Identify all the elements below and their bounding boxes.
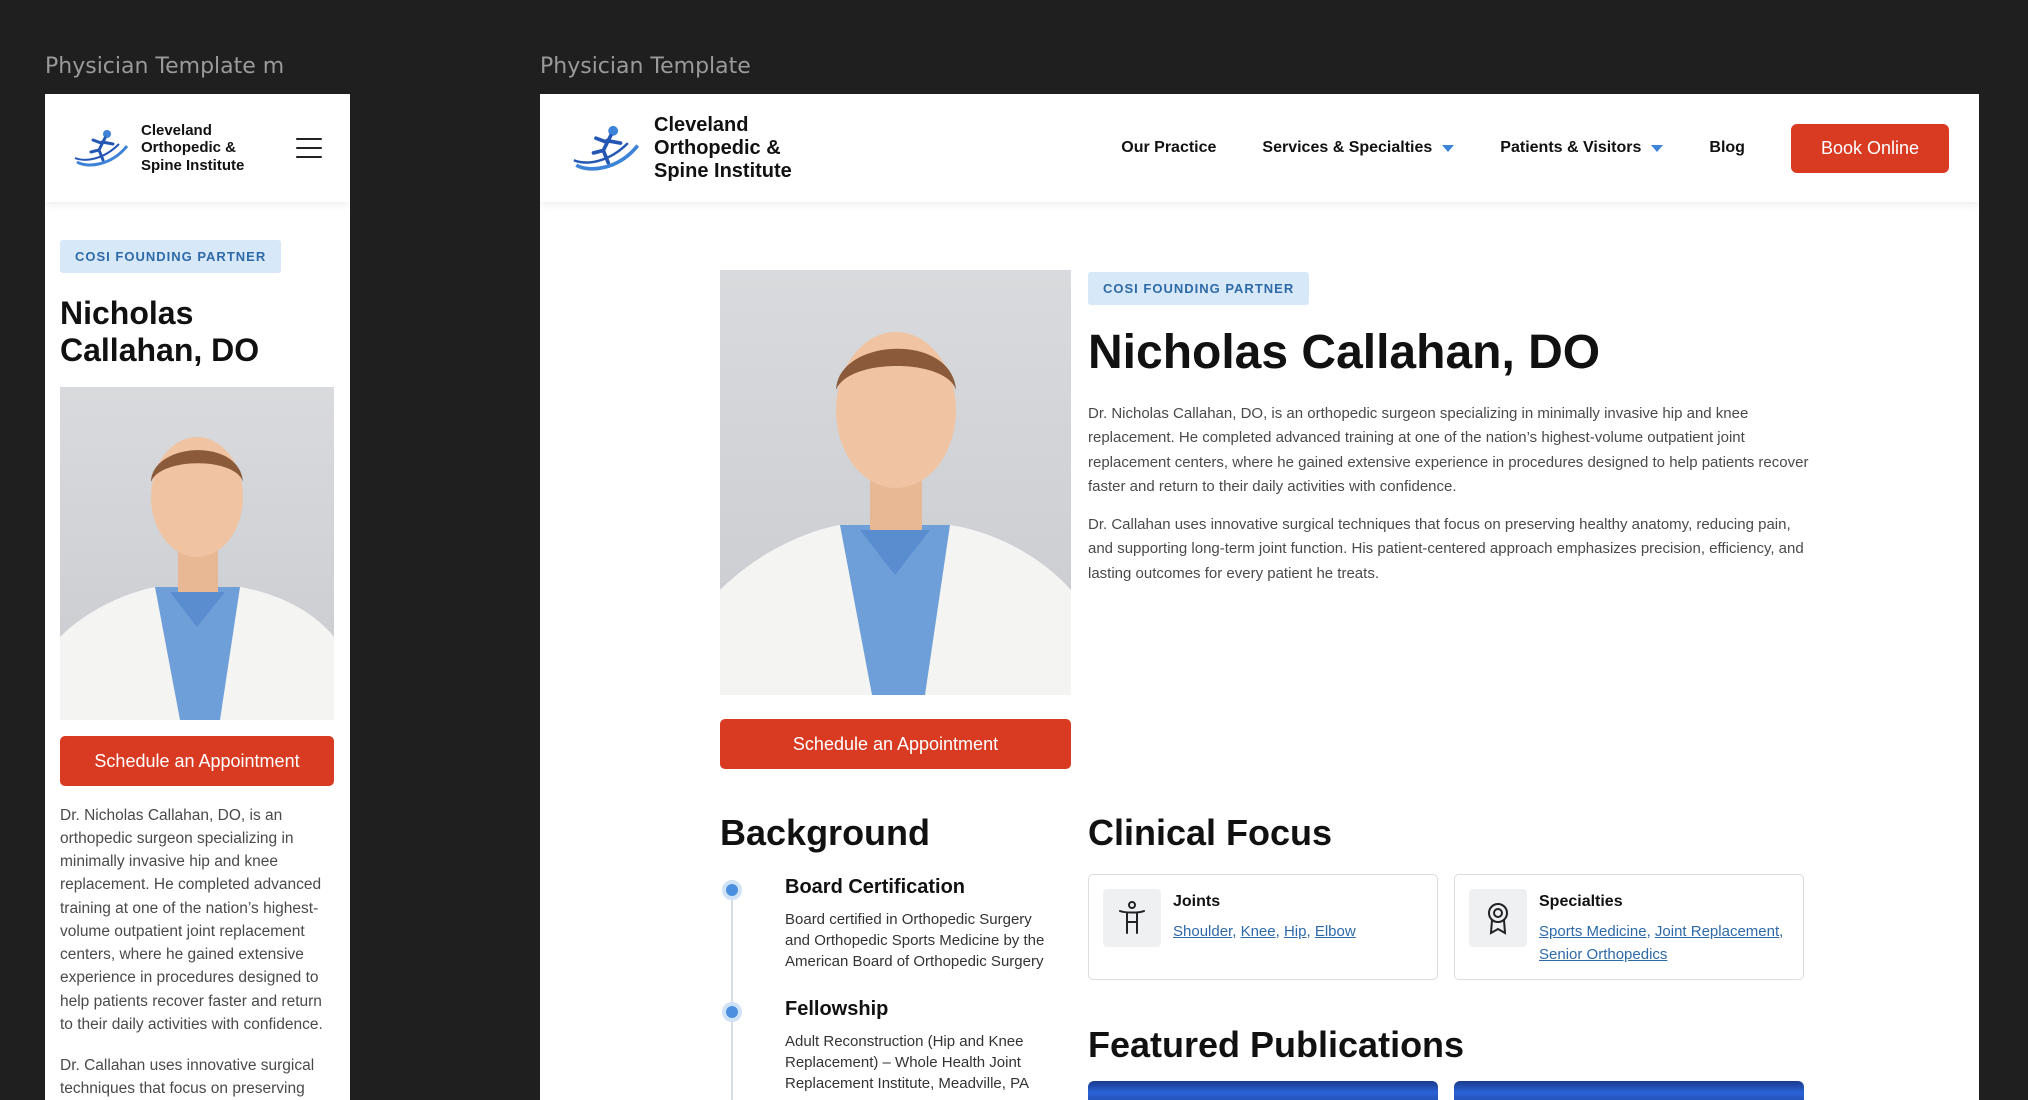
award-icon [1469,889,1527,947]
physician-intro: COSI FOUNDING PARTNER Nicholas Callahan,… [1088,272,1818,600]
timeline-dot [722,1002,742,1022]
chevron-down-icon [1442,144,1455,152]
specialties-card-title: Specialties [1539,893,1623,910]
logo-text: Cleveland Orthopedic & Spine Institute [654,113,792,182]
nav-blog[interactable]: Blog [1709,139,1745,157]
desktop-frame: Cleveland Orthopedic & Spine Institute O… [540,94,1979,1100]
main-nav: Our Practice Services & Specialties Pati… [1121,123,1949,173]
timeline-item-text: Adult Reconstruction (Hip and Knee Repla… [785,1033,1030,1092]
logo[interactable]: Cleveland Orthopedic & Spine Institute [570,114,792,183]
link-sports-medicine[interactable]: Sports Medicine [1539,923,1647,940]
founding-partner-badge: COSI FOUNDING PARTNER [60,240,282,273]
specialties-links: Sports Medicine, Joint Replacement, Seni… [1539,923,1784,963]
nav-our-practice[interactable]: Our Practice [1121,139,1216,157]
link-knee[interactable]: Knee [1241,923,1276,940]
background-title: Background [720,812,931,853]
founding-partner-badge: COSI FOUNDING PARTNER [1088,272,1310,305]
schedule-appointment-button[interactable]: Schedule an Appointment [720,719,1071,769]
mobile-frame-label: Physician Template m [45,54,285,79]
nav-patients[interactable]: Patients & Visitors [1500,139,1664,157]
clinical-focus-title: Clinical Focus [1088,812,1333,853]
physician-photo [720,270,1071,695]
timeline-item: Fellowship Adult Reconstruction (Hip and… [720,998,1050,1094]
book-online-button[interactable]: Book Online [1790,123,1949,173]
chevron-down-icon [1651,144,1664,152]
specialties-card: Specialties Sports Medicine, Joint Repla… [1454,874,1804,980]
bio-paragraph-2: Dr. Callahan uses innovative surgical te… [1088,516,1804,582]
link-shoulder[interactable]: Shoulder [1173,923,1232,940]
schedule-appointment-button[interactable]: Schedule an Appointment [60,735,334,786]
logo-icon [74,130,129,167]
physician-photo [60,386,334,720]
link-joint-replacement[interactable]: Joint Replacement [1655,923,1779,940]
bio-paragraph-2: Dr. Callahan uses innovative surgical te… [60,1057,315,1098]
desktop-frame-label: Physician Template [540,54,751,79]
publication-card-image[interactable] [1454,1081,1804,1100]
joints-card-title: Joints [1173,893,1221,910]
joints-card: Joints Shoulder, Knee, Hip, Elbow [1088,874,1438,980]
physician-name: Nicholas Callahan, DO [1088,326,1601,379]
publication-card-image[interactable] [1088,1081,1438,1100]
desktop-header: Cleveland Orthopedic & Spine Institute O… [540,94,1979,202]
logo-icon [573,125,640,171]
timeline-item-text: Board certified in Orthopedic Surgery an… [785,911,1045,970]
clinical-focus-cards: Joints Shoulder, Knee, Hip, Elbow Specia… [1088,874,1804,980]
physician-name: Nicholas Callahan, DO [60,295,260,368]
publications-row [1088,1081,1804,1100]
bio-paragraph-1: Dr. Nicholas Callahan, DO, is an orthope… [60,806,323,1033]
joints-links: Shoulder, Knee, Hip, Elbow [1173,923,1356,940]
bio-paragraph-1: Dr. Nicholas Callahan, DO, is an orthope… [1088,405,1809,495]
timeline-dot [722,880,742,900]
mobile-header: Cleveland Orthopedic & Spine Institute [45,94,350,202]
featured-publications-title: Featured Publications [1088,1024,1465,1065]
person-icon [1103,889,1161,947]
link-senior-orthopedics[interactable]: Senior Orthopedics [1539,946,1667,963]
link-hip[interactable]: Hip [1284,923,1307,940]
mobile-content: COSI FOUNDING PARTNER Nicholas Callahan,… [45,202,350,1100]
link-elbow[interactable]: Elbow [1315,923,1356,940]
nav-services[interactable]: Services & Specialties [1262,139,1455,157]
logo-text: Cleveland Orthopedic & Spine Institute [141,122,245,174]
timeline-item-title: Board Certification [785,876,966,898]
background-timeline: Board Certification Board certified in O… [720,876,1050,1100]
timeline-item: Board Certification Board certified in O… [720,876,1050,972]
timeline-item-title: Fellowship [785,998,889,1020]
logo[interactable]: Cleveland Orthopedic & Spine Institute [73,122,244,174]
menu-icon[interactable] [296,138,322,158]
mobile-frame: Cleveland Orthopedic & Spine Institute C… [45,94,350,1100]
